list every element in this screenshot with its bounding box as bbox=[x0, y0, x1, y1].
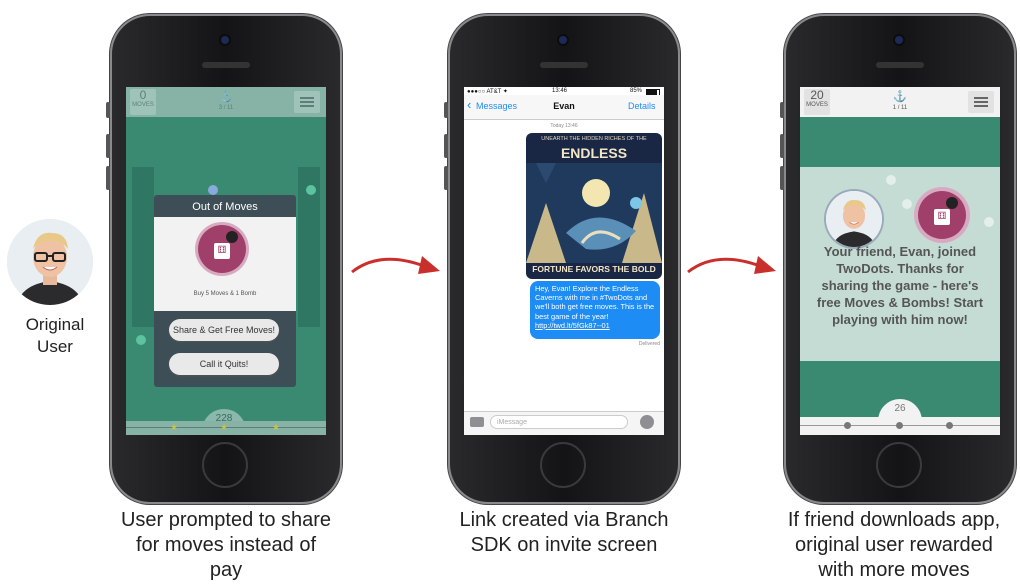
dot bbox=[306, 185, 316, 195]
poster-top-text: UNEARTH THE HIDDEN RICHES OF THE bbox=[541, 136, 647, 142]
message-input[interactable]: iMessage bbox=[490, 415, 628, 429]
game-poster-image[interactable]: UNEARTH THE HIDDEN RICHES OF THE ENDLESS… bbox=[526, 133, 662, 279]
message-bubble: Hey, Evan! Explore the Endless Caverns w… bbox=[530, 281, 660, 339]
poster-bottom-text: FORTUNE FAVORS THE BOLD bbox=[532, 264, 656, 274]
anchor-icon: ⚓ bbox=[219, 91, 233, 103]
back-button[interactable]: Messages bbox=[476, 101, 517, 111]
camera-button-icon[interactable] bbox=[470, 417, 484, 427]
avatar bbox=[7, 219, 93, 305]
speaker-grille bbox=[202, 62, 250, 68]
phone-2: ●●●○○ AT&T ✦ 13:46 85% ‹ Messages Evan D… bbox=[444, 14, 680, 504]
timestamp: Today 13:46 bbox=[550, 123, 578, 129]
person-photo bbox=[7, 219, 93, 305]
cavern-illustration bbox=[526, 163, 662, 263]
offer-panel[interactable]: ⚅ Buy 5 Moves & 1 Bomb bbox=[154, 217, 296, 311]
home-button[interactable] bbox=[876, 442, 922, 488]
share-button[interactable]: Share & Get Free Moves! bbox=[169, 319, 279, 341]
battery-level: 85% bbox=[630, 88, 643, 94]
caption-middle: Link created via Branch SDK on invite sc… bbox=[459, 509, 669, 556]
phone-3-screen: 20 MOVES ⚓ 1 / 11 ⚅ Your friend, Evan, j… bbox=[800, 87, 1000, 435]
dialog-title: Out of Moves bbox=[192, 201, 258, 213]
score: 26 bbox=[894, 403, 906, 414]
caption-right: If friend downloads app, original user r… bbox=[787, 509, 1001, 581]
bomb-dice-icon: ⚅ bbox=[918, 191, 966, 239]
home-button[interactable] bbox=[540, 442, 586, 488]
star-icon: ★ bbox=[220, 422, 229, 432]
moves-label: MOVES bbox=[132, 102, 154, 108]
quit-button[interactable]: Call it Quits! bbox=[169, 353, 279, 375]
progress-node bbox=[844, 422, 851, 429]
star-icon: ★ bbox=[272, 422, 281, 432]
moves-label: MOVES bbox=[806, 102, 828, 108]
moves-box: 0 MOVES bbox=[130, 89, 156, 115]
menu-icon[interactable] bbox=[968, 91, 994, 113]
flow-arrow bbox=[351, 256, 440, 274]
friend-avatar bbox=[826, 191, 882, 247]
progress-node bbox=[896, 422, 903, 429]
camera-icon bbox=[221, 36, 229, 44]
details-button[interactable]: Details bbox=[628, 101, 656, 111]
caption-left: User prompted to share for moves instead… bbox=[120, 509, 332, 581]
dot bbox=[886, 175, 896, 185]
speaker-grille bbox=[876, 62, 924, 68]
offer-text: Buy 5 Moves & 1 Bomb bbox=[193, 291, 257, 297]
dot bbox=[208, 185, 218, 195]
speaker-grille bbox=[540, 62, 588, 68]
dot bbox=[136, 335, 146, 345]
reward-message: Your friend, Evan, joined TwoDots. Thank… bbox=[816, 244, 984, 327]
flow-arrow bbox=[687, 256, 776, 274]
phone-2-screen: ●●●○○ AT&T ✦ 13:46 85% ‹ Messages Evan D… bbox=[464, 87, 664, 435]
star-icon: ★ bbox=[170, 422, 179, 432]
contact-name: Evan bbox=[553, 101, 575, 111]
dot bbox=[902, 199, 912, 209]
anchor-icon: ⚓ bbox=[893, 91, 907, 103]
delivered-status: Delivered bbox=[638, 341, 660, 347]
avatar-label: Original User bbox=[25, 315, 85, 356]
camera-icon bbox=[559, 36, 567, 44]
carrier: ●●●○○ AT&T ✦ bbox=[467, 89, 508, 95]
progress-node bbox=[946, 422, 953, 429]
camera-icon bbox=[895, 36, 903, 44]
phone-1-screen: 0 MOVES ⚓ 3 / 11 Out of Moves ⚅ Buy 5 Mo… bbox=[126, 87, 326, 435]
message-text: Hey, Evan! Explore the Endless Caverns w… bbox=[535, 284, 655, 321]
back-chevron-icon[interactable]: ‹ bbox=[467, 97, 471, 112]
moves-box: 20 MOVES bbox=[804, 89, 830, 115]
microphone-icon[interactable] bbox=[640, 415, 654, 429]
moves-value: 20 bbox=[810, 88, 824, 102]
dot bbox=[984, 217, 994, 227]
invite-link[interactable]: http://twd.lt/5fGk87--01 bbox=[535, 321, 610, 330]
phone-3: 20 MOVES ⚓ 1 / 11 ⚅ Your friend, Evan, j… bbox=[780, 14, 1016, 504]
clock: 13:46 bbox=[552, 88, 568, 94]
bomb-dice-icon: ⚅ bbox=[198, 225, 246, 273]
moves-value: 0 bbox=[139, 88, 147, 102]
phone-1: 0 MOVES ⚓ 3 / 11 Out of Moves ⚅ Buy 5 Mo… bbox=[106, 14, 342, 504]
level-indicator: 3 / 11 bbox=[218, 105, 234, 111]
menu-icon[interactable] bbox=[294, 91, 320, 113]
home-button[interactable] bbox=[202, 442, 248, 488]
level-indicator: 1 / 11 bbox=[892, 105, 908, 111]
